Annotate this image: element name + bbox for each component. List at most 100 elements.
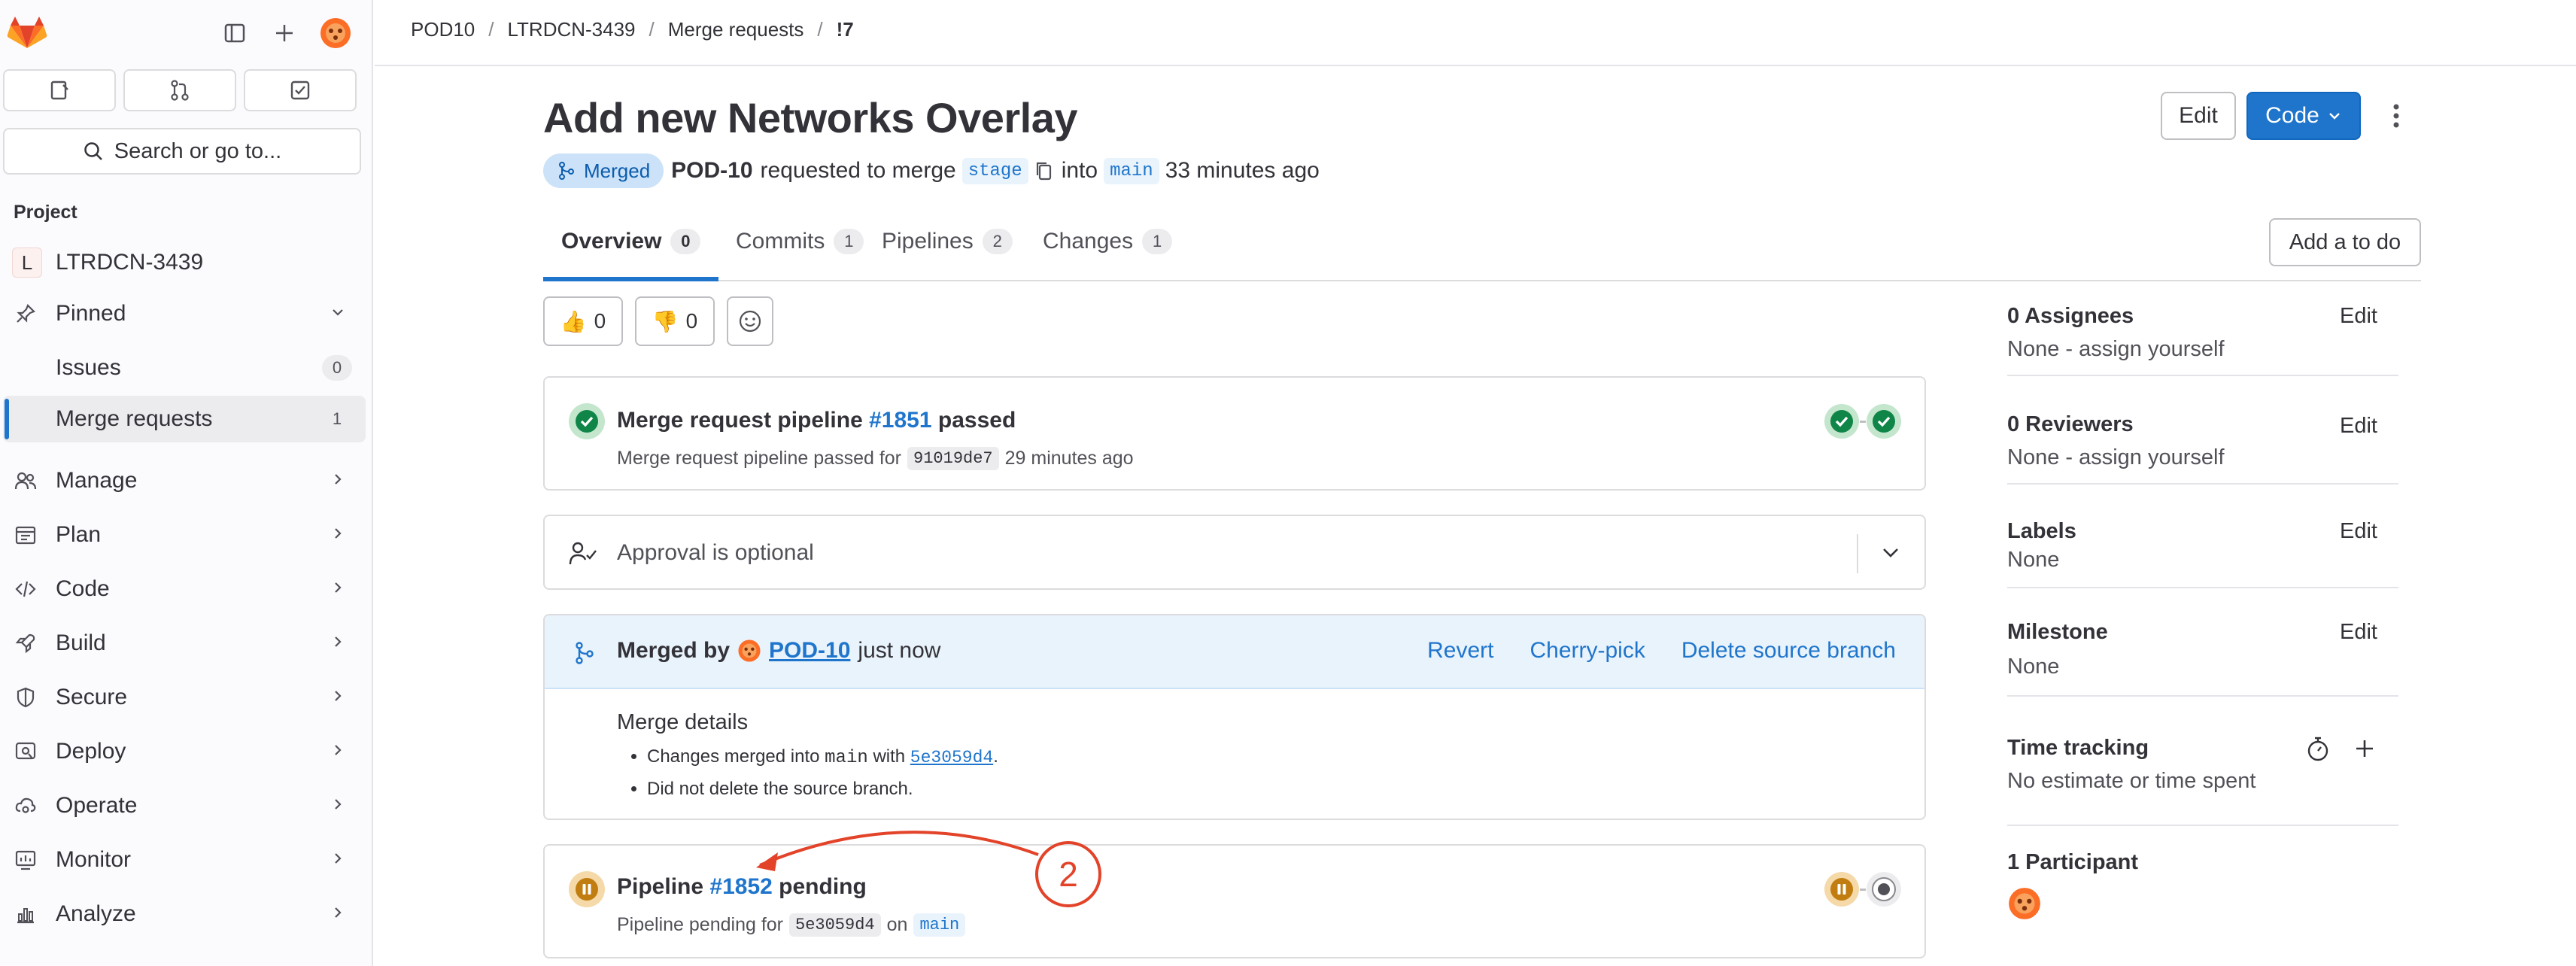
chevron-right-icon xyxy=(330,685,346,710)
branch-link[interactable]: main xyxy=(913,913,966,937)
top-bar: POD10 / LTRDCN-3439 / Merge requests / !… xyxy=(375,0,2576,66)
sidebar-item-code[interactable]: Code xyxy=(3,566,366,612)
smiley-icon xyxy=(739,310,761,333)
thumbs-down-button[interactable]: 👎 0 xyxy=(635,296,715,346)
search-button[interactable]: Search or go to... xyxy=(3,128,361,175)
merged-when: just now xyxy=(858,638,941,663)
chevron-right-icon xyxy=(330,630,346,656)
add-reaction-button[interactable] xyxy=(727,296,773,346)
copy-icon[interactable] xyxy=(1034,160,1054,181)
assigned-issues-button[interactable] xyxy=(3,69,116,111)
pipeline-link[interactable]: #1851 xyxy=(869,408,931,433)
more-actions-icon[interactable] xyxy=(2377,92,2415,140)
sidebar-item-monitor[interactable]: Monitor xyxy=(3,837,366,883)
gitlab-logo-icon[interactable] xyxy=(6,15,48,51)
assignees-value[interactable]: None - assign yourself xyxy=(2007,337,2225,362)
chevron-down-icon[interactable] xyxy=(1879,542,1902,564)
pipeline-title: Merge request pipeline #1851 passed xyxy=(617,408,1016,433)
breadcrumb-project[interactable]: LTRDCN-3439 xyxy=(508,18,636,41)
merge-details-list: Changes merged into main with 5e3059d4. … xyxy=(647,746,998,810)
code-button-label: Code xyxy=(2265,103,2319,128)
todo-list-button[interactable] xyxy=(244,69,357,111)
assignees-title: 0 Assignees xyxy=(2007,304,2134,328)
mr-time-ago: 33 minutes ago xyxy=(1165,158,1320,183)
merged-widget: Merged by POD-10 just now Revert Cherry-… xyxy=(543,614,1926,820)
breadcrumb-merge-requests[interactable]: Merge requests xyxy=(668,18,804,41)
thumbs-up-button[interactable]: 👍 0 xyxy=(543,296,623,346)
target-branch[interactable]: main xyxy=(1104,157,1159,184)
status-success-icon[interactable] xyxy=(569,403,605,439)
stage-success-icon[interactable] xyxy=(1824,403,1860,439)
milestone-title: Milestone xyxy=(2007,620,2108,644)
breadcrumb-current-mr[interactable]: !7 xyxy=(837,18,854,41)
into-text: into xyxy=(1061,158,1098,183)
assignees-edit-button[interactable]: Edit xyxy=(2340,304,2377,329)
pipeline-pending-widget: Pipeline #1852 pending Pipeline pending … xyxy=(543,844,1926,958)
thumbs-down-icon: 👎 xyxy=(652,309,679,333)
labels-edit-button[interactable]: Edit xyxy=(2340,519,2377,544)
user-avatar[interactable] xyxy=(319,17,352,50)
merge-requests-button[interactable] xyxy=(123,69,236,111)
add-todo-button[interactable]: Add a to do xyxy=(2269,218,2421,266)
tab-commits[interactable]: Commits 1 xyxy=(718,229,882,281)
plus-icon[interactable] xyxy=(268,17,301,50)
breadcrumb-group[interactable]: POD10 xyxy=(411,18,475,41)
sidebar-pinned-toggle[interactable]: Pinned xyxy=(3,290,366,337)
stage-created-icon[interactable] xyxy=(1866,871,1902,907)
sidebar-item-issues[interactable]: Issues 0 xyxy=(3,345,366,391)
sidebar-item-deploy[interactable]: Deploy xyxy=(3,728,366,775)
chevron-right-icon xyxy=(330,576,346,602)
time-tracking-value: No estimate or time spent xyxy=(2007,769,2256,793)
issues-icon xyxy=(50,80,68,100)
milestone-edit-button[interactable]: Edit xyxy=(2340,620,2377,645)
sidebar-item-operate[interactable]: Operate xyxy=(3,782,366,829)
mr-pipeline-widget: Merge request pipeline #1851 passed Merg… xyxy=(543,376,1926,491)
edit-button[interactable]: Edit xyxy=(2161,92,2236,140)
commit-sha[interactable]: 5e3059d4 xyxy=(789,913,881,937)
divider xyxy=(1857,534,1858,573)
sidebar-item-build[interactable]: Build xyxy=(3,620,366,667)
merged-by-user-link[interactable]: POD-10 xyxy=(769,638,850,664)
detail-text: Changes merged into xyxy=(647,746,820,767)
approval-widget: Approval is optional xyxy=(543,515,1926,590)
commit-sha[interactable]: 91019de7 xyxy=(907,447,999,470)
sidebar-item-merge-requests[interactable]: Merge requests 1 xyxy=(3,396,366,442)
tab-overview[interactable]: Overview 0 xyxy=(543,229,719,281)
user-avatar[interactable] xyxy=(737,639,761,663)
tab-changes[interactable]: Changes 1 xyxy=(1025,229,1190,281)
tab-count: 0 xyxy=(670,229,701,254)
merged-by-line: Merged by POD-10 just now xyxy=(617,638,940,664)
assignees-block: 0 Assignees Edit None - assign yourself xyxy=(2007,298,2398,376)
sidebar-item-label: Analyze xyxy=(56,901,136,926)
sidebar-item-plan[interactable]: Plan xyxy=(3,512,366,558)
stage-success-icon[interactable] xyxy=(1866,403,1902,439)
tab-pipelines[interactable]: Pipelines 2 xyxy=(864,229,1031,281)
plus-icon[interactable] xyxy=(2353,737,2376,760)
approval-user-check-icon xyxy=(569,542,597,565)
merge-commit-link[interactable]: 5e3059d4 xyxy=(910,748,993,767)
pipeline-on-text: on xyxy=(886,914,908,935)
stage-pending-icon[interactable] xyxy=(1824,871,1860,907)
pipeline-link[interactable]: #1852 xyxy=(709,874,772,899)
sidebar-item-manage[interactable]: Manage xyxy=(3,457,366,504)
revert-button[interactable]: Revert xyxy=(1427,638,1493,664)
pipeline-title-prefix: Merge request pipeline xyxy=(617,408,863,433)
reviewers-edit-button[interactable]: Edit xyxy=(2340,414,2377,439)
delete-source-branch-button[interactable]: Delete source branch xyxy=(1681,638,1896,664)
code-dropdown-button[interactable]: Code xyxy=(2246,92,2361,140)
cherry-pick-button[interactable]: Cherry-pick xyxy=(1530,638,1645,664)
sidebar-item-secure[interactable]: Secure xyxy=(3,674,366,721)
detail-branch: main xyxy=(825,748,868,768)
merge-request-icon xyxy=(171,80,189,101)
sidebar-item-analyze[interactable]: Analyze xyxy=(3,891,366,937)
reviewers-title: 0 Reviewers xyxy=(2007,412,2134,436)
mr-author[interactable]: POD-10 xyxy=(671,158,752,184)
participant-avatar[interactable] xyxy=(2007,886,2042,921)
toggle-sidebar-icon[interactable] xyxy=(218,17,251,50)
stopwatch-icon[interactable] xyxy=(2305,736,2331,763)
source-branch[interactable]: stage xyxy=(961,157,1028,184)
sidebar-project-link[interactable]: L LTRDCN-3439 xyxy=(3,239,366,286)
reviewers-value[interactable]: None - assign yourself xyxy=(2007,445,2225,470)
sidebar-item-label: Issues xyxy=(56,355,121,380)
status-pending-icon[interactable] xyxy=(569,871,605,907)
